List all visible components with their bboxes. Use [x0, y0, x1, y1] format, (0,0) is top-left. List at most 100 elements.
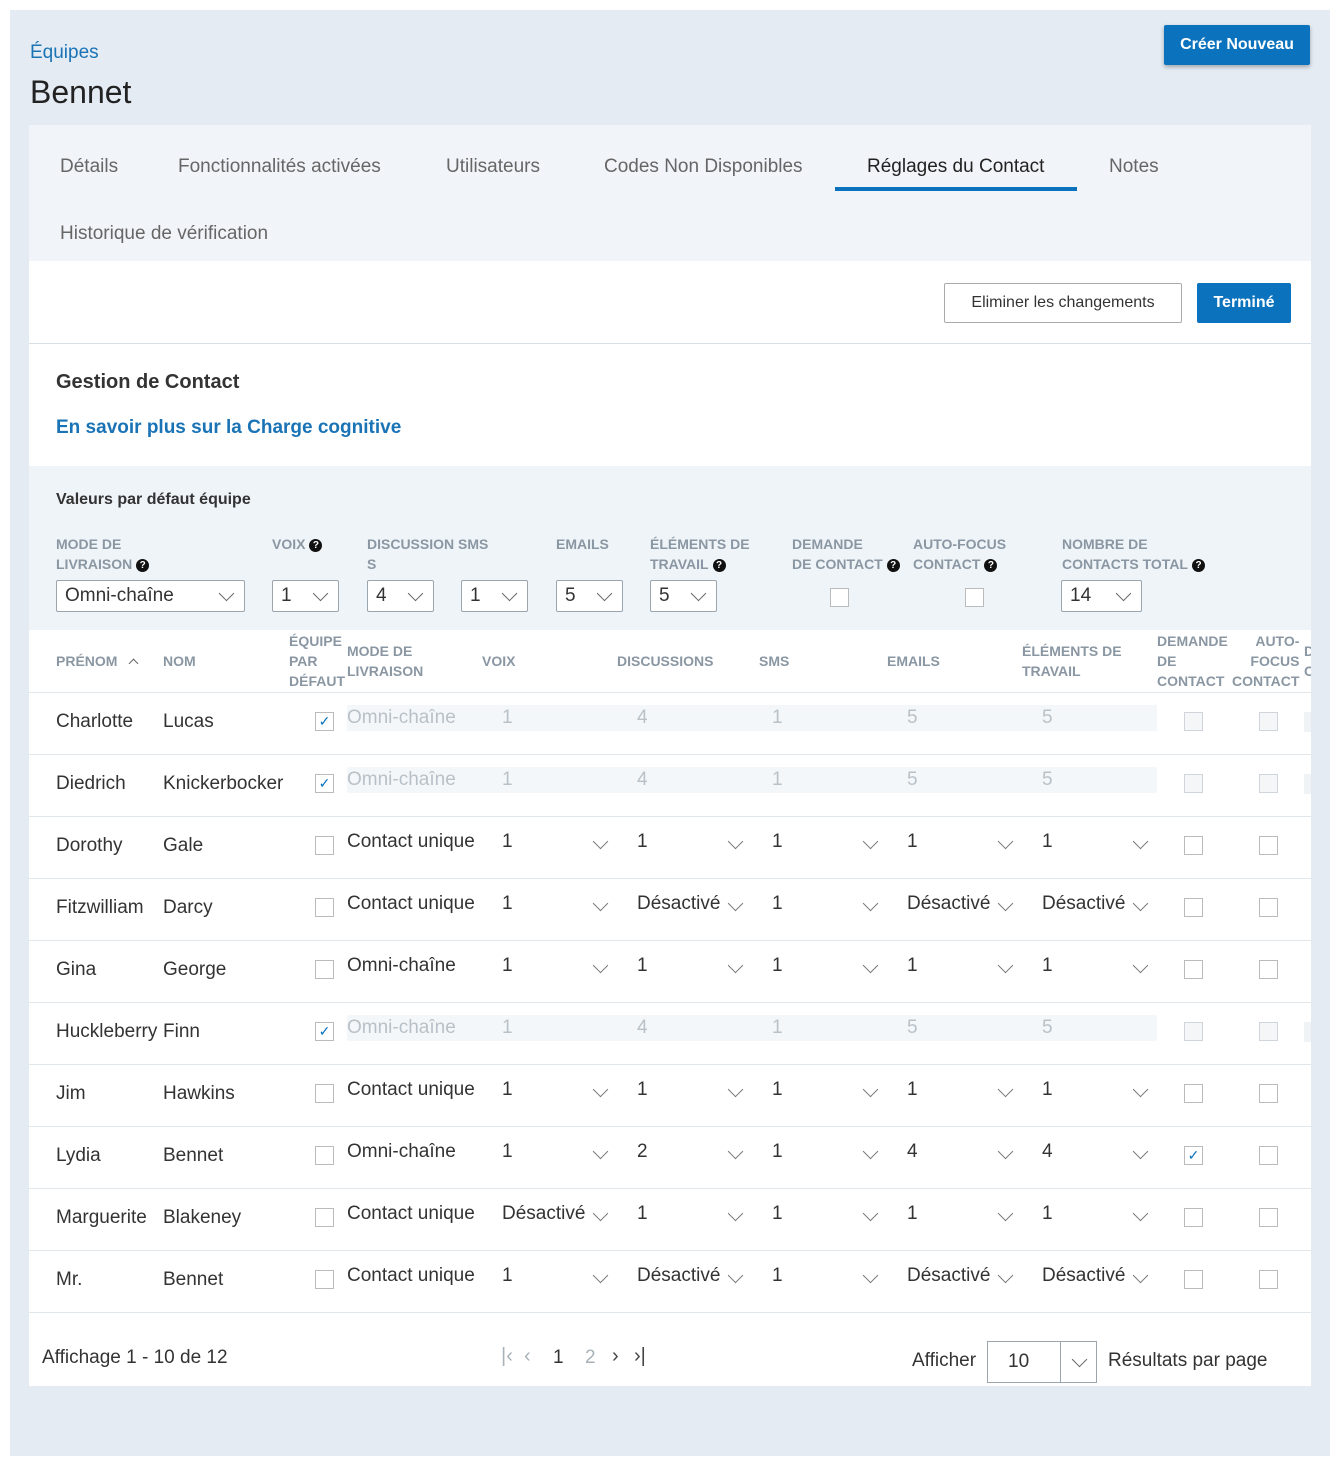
default-contact-request-checkbox[interactable] [830, 588, 849, 607]
delivery-mode-select[interactable]: Omni-chaîne [347, 1141, 456, 1163]
contact-request-checkbox[interactable]: ✓ [1184, 1146, 1203, 1165]
delivery-mode-select[interactable]: Omni-chaîne [347, 955, 456, 977]
help-icon[interactable]: ? [1192, 559, 1205, 572]
sms-select[interactable]: 1 [772, 1141, 783, 1163]
sms-select[interactable]: 1 [772, 1265, 783, 1287]
tab-notes[interactable]: Notes [1109, 156, 1159, 178]
delivery-mode-select[interactable]: Contact unique [347, 1265, 475, 1287]
help-icon[interactable]: ? [309, 539, 323, 552]
emails-select[interactable]: 1 [907, 1079, 918, 1101]
cognitive-load-link[interactable]: En savoir plus sur la Charge cognitive [56, 417, 401, 439]
work-select[interactable]: 1 [1042, 1079, 1053, 1101]
next-page-icon[interactable]: › [612, 1345, 619, 1368]
voice-select[interactable]: 1 [502, 955, 513, 977]
delivery-mode-select[interactable]: Contact unique [347, 831, 475, 853]
work-select[interactable]: 1 [1042, 955, 1053, 977]
default-work-items-select[interactable]: 5 [650, 580, 717, 612]
per-page-select[interactable]: 10 [987, 1341, 1097, 1383]
contact-request-checkbox[interactable] [1184, 774, 1203, 793]
tab-unavailable-codes[interactable]: Codes Non Disponibles [604, 156, 803, 178]
discussions-select[interactable]: 2 [637, 1141, 648, 1163]
help-icon[interactable]: ? [712, 559, 726, 572]
default-total-contacts-select[interactable]: 14 [1061, 580, 1142, 612]
work-select[interactable]: Désactivé [1042, 1265, 1125, 1287]
help-icon[interactable]: ? [984, 559, 998, 572]
autofocus-checkbox[interactable] [1259, 1084, 1278, 1103]
autofocus-checkbox[interactable] [1259, 774, 1278, 793]
column-first-name[interactable]: PRÉNOM [56, 651, 117, 671]
team-default-checkbox[interactable] [315, 1146, 334, 1165]
team-default-checkbox[interactable] [315, 960, 334, 979]
autofocus-checkbox[interactable] [1259, 1146, 1278, 1165]
team-default-checkbox[interactable] [315, 1208, 334, 1227]
sms-select[interactable]: 1 [772, 893, 783, 915]
default-discussions-select[interactable]: 4 [367, 580, 434, 612]
team-default-checkbox[interactable] [315, 1084, 334, 1103]
emails-select[interactable]: 1 [907, 955, 918, 977]
delivery-mode-select[interactable]: Contact unique [347, 1203, 475, 1225]
contact-request-checkbox[interactable] [1184, 1084, 1203, 1103]
create-new-button[interactable]: Créer Nouveau [1164, 25, 1310, 65]
sms-select[interactable]: 1 [772, 1079, 783, 1101]
default-voice-select[interactable]: 1 [272, 580, 339, 612]
work-select[interactable]: 1 [1042, 1203, 1053, 1225]
sms-select[interactable]: 1 [772, 955, 783, 977]
emails-select[interactable]: 1 [907, 831, 918, 853]
delivery-mode-select[interactable]: Contact unique [347, 1079, 475, 1101]
help-icon[interactable]: ? [136, 559, 150, 572]
tab-features[interactable]: Fonctionnalités activées [178, 156, 381, 178]
autofocus-checkbox[interactable] [1259, 1208, 1278, 1227]
work-select[interactable]: Désactivé [1042, 893, 1125, 915]
autofocus-checkbox[interactable] [1259, 1270, 1278, 1289]
emails-select[interactable]: Désactivé [907, 893, 990, 915]
voice-select[interactable]: 1 [502, 1079, 513, 1101]
autofocus-checkbox[interactable] [1259, 836, 1278, 855]
autofocus-checkbox[interactable] [1259, 712, 1278, 731]
voice-select[interactable]: 1 [502, 893, 513, 915]
contact-request-checkbox[interactable] [1184, 898, 1203, 917]
page-1[interactable]: 1 [553, 1347, 564, 1369]
delivery-mode-select[interactable]: Contact unique [347, 893, 475, 915]
sms-select[interactable]: 1 [772, 1203, 783, 1225]
work-select[interactable]: 1 [1042, 831, 1053, 853]
done-button[interactable]: Terminé [1197, 283, 1291, 323]
tab-users[interactable]: Utilisateurs [446, 156, 540, 178]
tab-details[interactable]: Détails [60, 156, 118, 178]
team-default-checkbox[interactable]: ✓ [315, 1022, 334, 1041]
first-page-icon[interactable]: |‹ [501, 1345, 513, 1368]
prev-page-icon[interactable]: ‹ [524, 1345, 531, 1368]
autofocus-checkbox[interactable] [1259, 1022, 1278, 1041]
voice-select[interactable]: 1 [502, 831, 513, 853]
team-default-checkbox[interactable] [315, 1270, 334, 1289]
team-default-checkbox[interactable]: ✓ [315, 774, 334, 793]
column-last-name[interactable]: NOM [163, 651, 196, 671]
sort-ascending-icon[interactable] [128, 658, 139, 669]
discussions-select[interactable]: 1 [637, 955, 648, 977]
breadcrumb[interactable]: Équipes [30, 42, 99, 64]
autofocus-checkbox[interactable] [1259, 898, 1278, 917]
voice-select[interactable]: 1 [502, 1265, 513, 1287]
voice-select[interactable]: Désactivé [502, 1203, 585, 1225]
emails-select[interactable]: 1 [907, 1203, 918, 1225]
voice-select[interactable]: 1 [502, 1141, 513, 1163]
tab-contact-settings[interactable]: Réglages du Contact [867, 156, 1044, 178]
team-default-checkbox[interactable] [315, 898, 334, 917]
team-default-checkbox[interactable] [315, 836, 334, 855]
discussions-select[interactable]: 1 [637, 1203, 648, 1225]
contact-request-checkbox[interactable] [1184, 1270, 1203, 1289]
default-emails-select[interactable]: 5 [556, 580, 623, 612]
contact-request-checkbox[interactable] [1184, 1208, 1203, 1227]
page-2[interactable]: 2 [585, 1347, 596, 1369]
last-page-icon[interactable]: ›| [634, 1345, 646, 1368]
work-select[interactable]: 4 [1042, 1141, 1053, 1163]
discussions-select[interactable]: Désactivé [637, 893, 720, 915]
emails-select[interactable]: Désactivé [907, 1265, 990, 1287]
sms-select[interactable]: 1 [772, 831, 783, 853]
autofocus-checkbox[interactable] [1259, 960, 1278, 979]
emails-select[interactable]: 4 [907, 1141, 918, 1163]
discussions-select[interactable]: 1 [637, 1079, 648, 1101]
default-autofocus-checkbox[interactable] [965, 588, 984, 607]
discussions-select[interactable]: 1 [637, 831, 648, 853]
contact-request-checkbox[interactable] [1184, 836, 1203, 855]
team-default-checkbox[interactable]: ✓ [315, 712, 334, 731]
